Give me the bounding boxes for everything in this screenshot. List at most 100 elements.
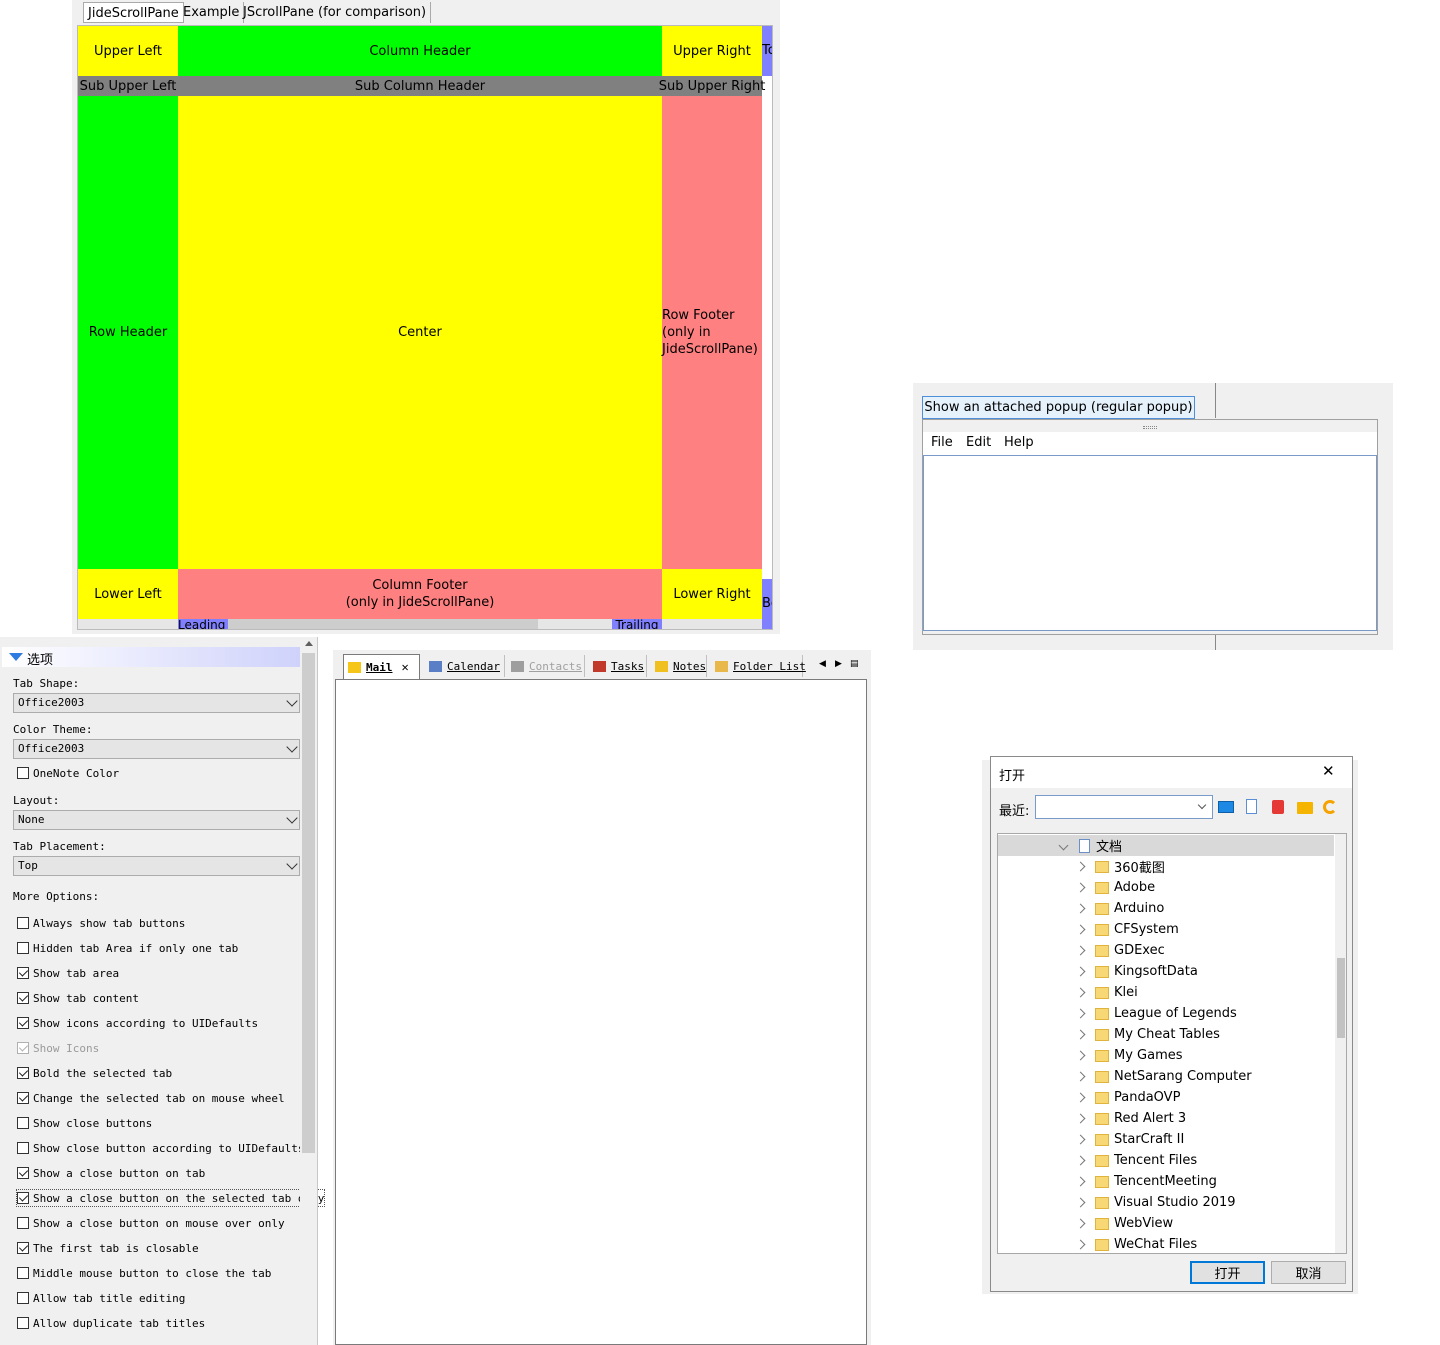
desktop-icon[interactable] xyxy=(1218,801,1234,813)
options-scroll-thumb[interactable] xyxy=(302,653,315,1153)
tree-folder-row[interactable]: Arduino xyxy=(998,898,1334,919)
tab-contacts[interactable]: Contacts xyxy=(507,655,585,677)
onenote-color-checkbox[interactable]: OneNote Color xyxy=(17,765,119,781)
new-folder-icon[interactable] xyxy=(1297,802,1313,814)
popup-content xyxy=(923,455,1377,631)
chevron-right-icon[interactable] xyxy=(1075,882,1086,893)
chevron-right-icon[interactable] xyxy=(1075,966,1086,977)
chevron-right-icon[interactable] xyxy=(1075,1092,1086,1103)
tree-scroll-thumb[interactable] xyxy=(1337,958,1345,1038)
tree-folder-row[interactable]: 360截图 xyxy=(998,856,1334,877)
color-theme-combo[interactable]: Office2003 xyxy=(13,739,300,759)
tree-folder-row[interactable]: WebView xyxy=(998,1213,1334,1234)
show-popup-button[interactable]: Show an attached popup (regular popup) xyxy=(922,396,1195,419)
options-scrollbar[interactable] xyxy=(300,637,317,1345)
chevron-right-icon[interactable] xyxy=(1075,1029,1086,1040)
tab-tasks[interactable]: Tasks xyxy=(589,655,647,677)
tree-folder-row[interactable]: Red Alert 3 xyxy=(998,1108,1334,1129)
chevron-right-icon[interactable] xyxy=(1075,1071,1086,1082)
chevron-right-icon[interactable] xyxy=(1075,1050,1086,1061)
tree-folder-row[interactable]: Klei xyxy=(998,982,1334,1003)
chevron-right-icon[interactable] xyxy=(1075,945,1086,956)
scroll-right-icon[interactable]: ▶ xyxy=(835,659,842,669)
tree-folder-row[interactable]: TencentMeeting xyxy=(998,1171,1334,1192)
drag-handle-icon[interactable] xyxy=(1143,426,1157,429)
tree-root-row[interactable]: 文档 xyxy=(998,835,1334,856)
chevron-right-icon[interactable] xyxy=(1075,1218,1086,1229)
menu-help[interactable]: Help xyxy=(1004,435,1034,450)
chevron-right-icon[interactable] xyxy=(1075,1134,1086,1145)
recent-combo[interactable] xyxy=(1035,795,1213,819)
scroll-up-arrow-icon[interactable] xyxy=(305,641,313,646)
option-checkbox[interactable]: Always show tab buttons xyxy=(17,915,185,931)
tab-example[interactable]: Example xyxy=(179,2,245,23)
option-checkbox[interactable]: Show a close button on mouse over only xyxy=(17,1215,285,1231)
chevron-right-icon[interactable] xyxy=(1075,1113,1086,1124)
tree-folder-row[interactable]: My Games xyxy=(998,1045,1334,1066)
tab-list-icon[interactable]: ▤ xyxy=(850,659,859,669)
tree-folder-row[interactable]: CFSystem xyxy=(998,919,1334,940)
close-icon[interactable]: ✕ xyxy=(1322,762,1335,780)
option-checkbox[interactable]: Bold the selected tab xyxy=(17,1065,172,1081)
delete-icon[interactable] xyxy=(1272,800,1284,814)
tab-notes[interactable]: Notes xyxy=(651,655,707,677)
tab-calendar[interactable]: Calendar xyxy=(425,655,505,677)
close-icon[interactable]: ✕ xyxy=(402,660,409,674)
divider xyxy=(1215,383,1216,418)
tree-folder-row[interactable]: PandaOVP xyxy=(998,1087,1334,1108)
tab-placement-combo[interactable]: Top xyxy=(13,856,300,876)
tree-folder-row[interactable]: StarCraft II xyxy=(998,1129,1334,1150)
menu-file[interactable]: File xyxy=(931,435,953,450)
option-checkbox[interactable]: Hidden tab Area if only one tab xyxy=(17,940,238,956)
tree-folder-row[interactable]: Tencent Files xyxy=(998,1150,1334,1171)
tab-jscrollpane[interactable]: JScrollPane (for comparison) xyxy=(239,2,432,23)
tree-folder-row[interactable]: My Cheat Tables xyxy=(998,1024,1334,1045)
chevron-right-icon[interactable] xyxy=(1075,987,1086,998)
tab-shape-combo[interactable]: Office2003 xyxy=(13,693,300,713)
open-button[interactable]: 打开 xyxy=(1190,1261,1265,1284)
option-checkbox[interactable]: Show close button according to UIDefault… xyxy=(17,1140,305,1156)
scroll-left-icon[interactable]: ◀ xyxy=(819,659,826,669)
option-checkbox[interactable]: Show tab area xyxy=(17,965,119,981)
layout-combo[interactable]: None xyxy=(13,810,300,830)
option-checkbox[interactable]: Change the selected tab on mouse wheel xyxy=(17,1090,285,1106)
tree-folder-row[interactable]: NetSarang Computer xyxy=(998,1066,1334,1087)
menu-edit[interactable]: Edit xyxy=(966,435,991,450)
tree-folder-row[interactable]: Adobe xyxy=(998,877,1334,898)
tree-folder-row[interactable]: KingsoftData xyxy=(998,961,1334,982)
option-checkbox[interactable]: Allow duplicate tab titles xyxy=(17,1315,205,1331)
lower-clip: Bo xyxy=(762,579,772,629)
option-checkbox[interactable]: The first tab is closable xyxy=(17,1240,199,1256)
cancel-button[interactable]: 取消 xyxy=(1271,1261,1346,1284)
option-checkbox[interactable]: Show a close button on the selected tab … xyxy=(15,1189,326,1207)
refresh-icon[interactable] xyxy=(1323,800,1337,814)
tab-folder-list[interactable]: Folder List xyxy=(711,655,806,677)
option-checkbox[interactable]: Allow tab title editing xyxy=(17,1290,185,1306)
chevron-right-icon[interactable] xyxy=(1075,1008,1086,1019)
documents-icon[interactable] xyxy=(1246,799,1257,814)
chevron-right-icon[interactable] xyxy=(1075,903,1086,914)
tree-folder-row[interactable]: WeChat Files xyxy=(998,1234,1334,1253)
tree-scrollbar[interactable] xyxy=(1335,834,1346,1253)
tree-folder-row[interactable]: GDExec xyxy=(998,940,1334,961)
popup-demo-window: Show an attached popup (regular popup) F… xyxy=(913,383,1393,650)
horizontal-scroll-thumb[interactable] xyxy=(178,619,538,629)
chevron-right-icon[interactable] xyxy=(1075,924,1086,935)
option-checkbox[interactable]: Show tab content xyxy=(17,990,139,1006)
chevron-right-icon[interactable] xyxy=(1075,1155,1086,1166)
option-checkbox[interactable]: Show a close button on tab xyxy=(17,1165,205,1181)
tree-folder-row[interactable]: League of Legends xyxy=(998,1003,1334,1024)
chevron-right-icon[interactable] xyxy=(1075,861,1086,872)
chevron-right-icon[interactable] xyxy=(1075,1176,1086,1187)
chevron-right-icon[interactable] xyxy=(1075,1239,1086,1250)
tree-folder-row[interactable]: Visual Studio 2019 xyxy=(998,1192,1334,1213)
option-checkbox[interactable]: Show icons according to UIDefaults xyxy=(17,1015,258,1031)
options-header[interactable]: 选项 xyxy=(2,647,300,668)
folder-icon xyxy=(1095,902,1109,915)
option-checkbox[interactable]: Middle mouse button to close the tab xyxy=(17,1265,271,1281)
chevron-right-icon[interactable] xyxy=(1075,1197,1086,1208)
option-checkbox[interactable]: Show close buttons xyxy=(17,1115,152,1131)
checkbox-checked-icon xyxy=(17,1017,29,1029)
tab-jidescrollpane[interactable]: JideScrollPane xyxy=(83,2,184,23)
tab-mail[interactable]: Mail ✕ xyxy=(343,654,420,679)
